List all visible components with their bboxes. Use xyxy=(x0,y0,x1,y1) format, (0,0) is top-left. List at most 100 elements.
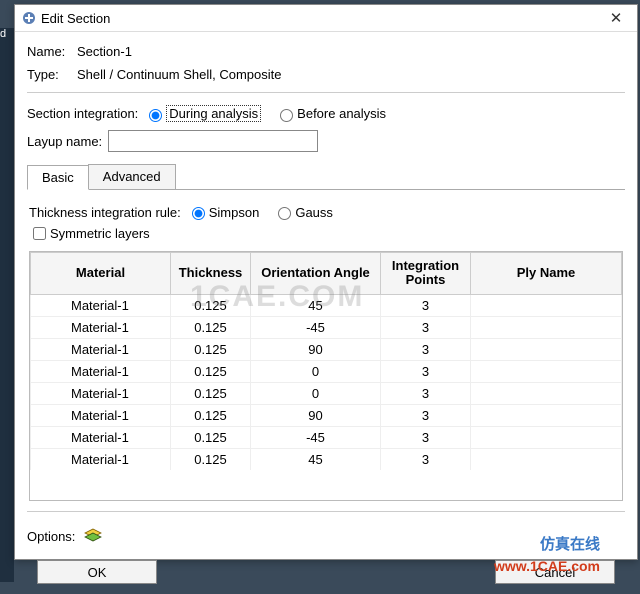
simpson-radio-label: Simpson xyxy=(209,205,260,220)
cell-thickness[interactable]: 0.125 xyxy=(171,338,251,360)
background-panel: d xyxy=(0,28,14,582)
cell-material[interactable]: Material-1 xyxy=(31,316,171,338)
cell-thickness[interactable]: 0.125 xyxy=(171,316,251,338)
before-analysis-radio[interactable]: Before analysis xyxy=(275,106,386,122)
tab-advanced[interactable]: Advanced xyxy=(88,164,176,189)
name-label: Name: xyxy=(27,44,77,59)
cell-points[interactable]: 3 xyxy=(381,426,471,448)
cell-ply[interactable] xyxy=(471,360,622,382)
type-value: Shell / Continuum Shell, Composite xyxy=(77,67,282,82)
type-row: Type: Shell / Continuum Shell, Composite xyxy=(27,67,625,82)
cell-thickness[interactable]: 0.125 xyxy=(171,404,251,426)
table-row[interactable]: Material-10.125903 xyxy=(31,338,622,360)
cell-orientation[interactable]: -45 xyxy=(251,426,381,448)
col-thickness: Thickness xyxy=(171,253,251,295)
cell-thickness[interactable]: 0.125 xyxy=(171,426,251,448)
cell-orientation[interactable]: 45 xyxy=(251,294,381,316)
table-row[interactable]: Material-10.125903 xyxy=(31,404,622,426)
layup-name-label: Layup name: xyxy=(27,134,102,149)
layers-table-wrap: Material Thickness Orientation Angle Int… xyxy=(29,251,623,501)
during-analysis-radio[interactable]: During analysis xyxy=(144,105,261,122)
cell-material[interactable]: Material-1 xyxy=(31,360,171,382)
cell-material[interactable]: Material-1 xyxy=(31,404,171,426)
type-label: Type: xyxy=(27,67,77,82)
tab-basic[interactable]: Basic xyxy=(27,165,89,190)
tabs: Basic Advanced xyxy=(27,164,625,190)
col-orientation: Orientation Angle xyxy=(251,253,381,295)
cell-points[interactable]: 3 xyxy=(381,316,471,338)
cell-points[interactable]: 3 xyxy=(381,382,471,404)
cell-material[interactable]: Material-1 xyxy=(31,382,171,404)
cancel-button[interactable]: Cancel xyxy=(495,560,615,584)
cell-orientation[interactable]: -45 xyxy=(251,316,381,338)
options-row: Options: xyxy=(27,520,625,556)
name-row: Name: Section-1 xyxy=(27,44,625,59)
cell-orientation[interactable]: 0 xyxy=(251,382,381,404)
col-material: Material xyxy=(31,253,171,295)
col-ply: Ply Name xyxy=(471,253,622,295)
window-title: Edit Section xyxy=(37,11,601,26)
cell-ply[interactable] xyxy=(471,294,622,316)
table-row[interactable]: Material-10.125453 xyxy=(31,448,622,470)
cell-ply[interactable] xyxy=(471,426,622,448)
layup-name-row: Layup name: xyxy=(27,130,625,152)
layers-table[interactable]: Material Thickness Orientation Angle Int… xyxy=(30,252,622,470)
name-value: Section-1 xyxy=(77,44,132,59)
cell-points[interactable]: 3 xyxy=(381,338,471,360)
before-analysis-radio-label: Before analysis xyxy=(297,106,386,121)
table-row[interactable]: Material-10.125-453 xyxy=(31,426,622,448)
during-analysis-radio-input[interactable] xyxy=(149,109,162,122)
divider-bottom xyxy=(27,511,625,512)
app-icon xyxy=(21,10,37,26)
cell-orientation[interactable]: 90 xyxy=(251,404,381,426)
cell-thickness[interactable]: 0.125 xyxy=(171,382,251,404)
symmetric-layers-checkbox-input[interactable] xyxy=(33,227,46,240)
gauss-radio[interactable]: Gauss xyxy=(273,204,333,220)
ply-stack-icon[interactable] xyxy=(83,526,103,546)
cell-material[interactable]: Material-1 xyxy=(31,338,171,360)
gauss-radio-input[interactable] xyxy=(278,207,291,220)
cell-ply[interactable] xyxy=(471,404,622,426)
simpson-radio-input[interactable] xyxy=(192,207,205,220)
cell-thickness[interactable]: 0.125 xyxy=(171,448,251,470)
gauss-radio-label: Gauss xyxy=(295,205,333,220)
symmetric-layers-checkbox[interactable]: Symmetric layers xyxy=(29,224,150,243)
table-row[interactable]: Material-10.125-453 xyxy=(31,316,622,338)
cell-orientation[interactable]: 45 xyxy=(251,448,381,470)
cell-material[interactable]: Material-1 xyxy=(31,294,171,316)
table-row[interactable]: Material-10.125453 xyxy=(31,294,622,316)
dialog-content: Name: Section-1 Type: Shell / Continuum … xyxy=(15,32,637,594)
table-row[interactable]: Material-10.12503 xyxy=(31,360,622,382)
cell-ply[interactable] xyxy=(471,338,622,360)
cell-thickness[interactable]: 0.125 xyxy=(171,360,251,382)
ok-button[interactable]: OK xyxy=(37,560,157,584)
cell-material[interactable]: Material-1 xyxy=(31,448,171,470)
cell-thickness[interactable]: 0.125 xyxy=(171,294,251,316)
cell-points[interactable]: 3 xyxy=(381,448,471,470)
layup-name-input[interactable] xyxy=(108,130,318,152)
cell-material[interactable]: Material-1 xyxy=(31,426,171,448)
simpson-radio[interactable]: Simpson xyxy=(187,204,260,220)
cell-points[interactable]: 3 xyxy=(381,360,471,382)
during-analysis-radio-label: During analysis xyxy=(166,105,261,122)
symmetric-layers-label: Symmetric layers xyxy=(50,226,150,241)
left-strip-letter: d xyxy=(0,28,6,40)
cell-orientation[interactable]: 90 xyxy=(251,338,381,360)
col-points: Integration Points xyxy=(381,253,471,295)
cell-orientation[interactable]: 0 xyxy=(251,360,381,382)
table-row[interactable]: Material-10.12503 xyxy=(31,382,622,404)
close-button[interactable]: ✕ xyxy=(601,9,631,27)
tab-body-basic: Thickness integration rule: Simpson Gaus… xyxy=(27,190,625,505)
before-analysis-radio-input[interactable] xyxy=(280,109,293,122)
cell-points[interactable]: 3 xyxy=(381,404,471,426)
thickness-rule-label: Thickness integration rule: xyxy=(29,205,181,220)
cell-ply[interactable] xyxy=(471,316,622,338)
options-label: Options: xyxy=(27,529,75,544)
dialog-buttons: OK Cancel xyxy=(27,556,625,590)
divider xyxy=(27,92,625,93)
cell-ply[interactable] xyxy=(471,382,622,404)
thickness-rule-row: Thickness integration rule: Simpson Gaus… xyxy=(29,204,623,220)
cell-ply[interactable] xyxy=(471,448,622,470)
symmetric-row: Symmetric layers xyxy=(29,224,623,243)
cell-points[interactable]: 3 xyxy=(381,294,471,316)
